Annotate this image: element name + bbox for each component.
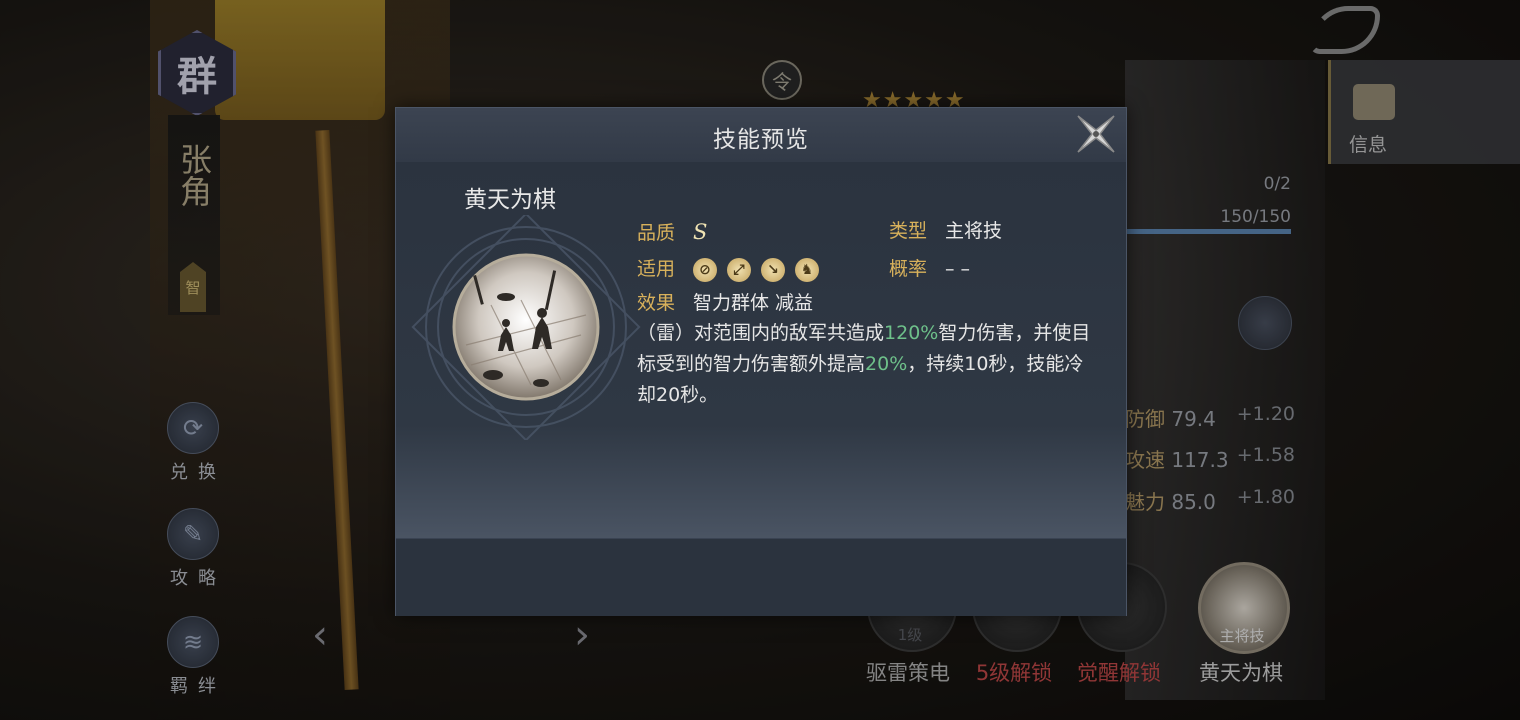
close-button[interactable]: [1070, 108, 1122, 160]
modal-header: 技能预览: [396, 108, 1126, 162]
desc-part: （雷）对范围内的敌军共造成: [637, 322, 885, 344]
effect-row: 效果 智力群体 减益: [637, 288, 813, 315]
shield-unit-icon: ⊘: [693, 257, 718, 282]
applicable-row: 适用 ⊘ ⤢ ↘ ♞: [637, 254, 820, 282]
desc-highlight-damage: 120%: [884, 322, 939, 344]
effect-value: 智力群体 减益: [693, 292, 814, 314]
bow-unit-icon: ⤢: [727, 257, 752, 282]
probability-label: 概率: [889, 258, 928, 280]
skill-name: 黄天为棋: [464, 187, 556, 213]
modal-title: 技能预览: [713, 127, 809, 153]
probability-value: – –: [945, 258, 971, 280]
type-value: 主将技: [945, 220, 1003, 242]
close-icon: [1077, 115, 1115, 153]
quality-label: 品质: [637, 222, 676, 244]
skill-description: （雷）对范围内的敌军共造成120%智力伤害，并使目标受到的智力伤害额外提高20%…: [637, 318, 1097, 411]
type-row: 类型 主将技: [889, 216, 1002, 243]
quality-value: S: [693, 220, 708, 244]
modal-footer: [396, 538, 1126, 616]
quality-row: 品质 S: [637, 218, 707, 245]
cavalry-unit-icon: ♞: [795, 257, 820, 282]
applicable-label: 适用: [637, 258, 676, 280]
type-label: 类型: [889, 220, 928, 242]
skill-emblem: [411, 212, 641, 442]
skill-preview-modal: 技能预览 黄天为棋 品质 S 类型 主将技 适用 ⊘ ⤢ ↘ ♞ 概率 – – …: [395, 107, 1127, 616]
spear-unit-icon: ↘: [761, 257, 786, 282]
probability-row: 概率 – –: [889, 254, 970, 281]
effect-label: 效果: [637, 292, 676, 314]
desc-highlight-increase: 20%: [865, 353, 908, 375]
